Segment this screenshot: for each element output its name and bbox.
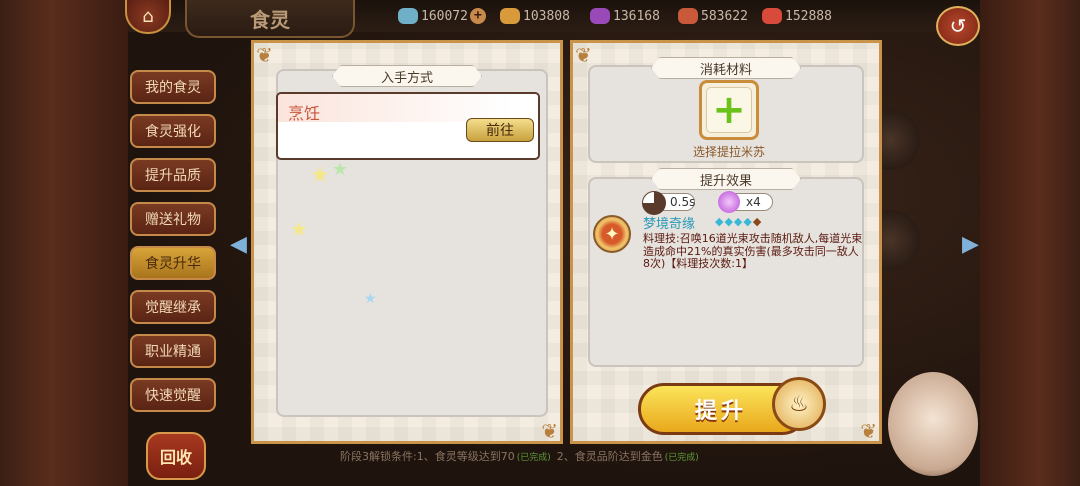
ornament-icon: ❦ xyxy=(860,419,877,443)
character-avatar[interactable] xyxy=(888,372,978,476)
effect-title: 提升效果 xyxy=(651,168,801,190)
add-icon: + xyxy=(706,87,752,133)
ornament-icon: ❦ xyxy=(256,43,273,67)
star-icon: ★ xyxy=(310,163,330,188)
gold-icon xyxy=(500,8,520,24)
energy-icon xyxy=(718,191,740,213)
wood-frame-left xyxy=(0,0,128,486)
page-title: 食灵 xyxy=(185,0,355,38)
resource-value: 160072 xyxy=(421,8,468,24)
meat-icon xyxy=(678,8,698,24)
resource-gold: 103808 xyxy=(500,6,570,26)
clock-icon xyxy=(642,191,666,215)
cloche-icon: ♨ xyxy=(772,377,826,431)
skill-description: 料理技:召唤16道光束攻击随机敌人,每道光束造成命中21%的真实伤害(最多攻击同… xyxy=(643,232,863,270)
add-resource-button[interactable]: + xyxy=(469,8,486,24)
energy-badge: x4 xyxy=(718,191,773,213)
goto-button[interactable]: 前往 xyxy=(466,118,534,142)
sidebar-item-enhance[interactable]: 食灵强化 xyxy=(130,114,216,148)
resource-value: 152888 xyxy=(785,8,832,24)
home-icon: ⌂ xyxy=(142,5,154,27)
sidebar-item-mastery[interactable]: 职业精通 xyxy=(130,334,216,368)
skill-name: 梦境奇缘 xyxy=(643,217,696,232)
recycle-button[interactable]: 回收 xyxy=(146,432,206,480)
resource-crystal: 136168 xyxy=(590,6,660,26)
sidebar-item-ascend[interactable]: 食灵升华 xyxy=(130,246,216,280)
back-button[interactable]: ↺ xyxy=(936,6,980,46)
ornament-icon: ❦ xyxy=(575,43,592,67)
source-name: 烹饪 xyxy=(288,104,321,123)
condition-2: 2、食灵品阶达到金色 xyxy=(556,450,663,463)
star-icon: ★ xyxy=(290,217,308,241)
sidebar-item-gift[interactable]: 赠送礼物 xyxy=(130,202,216,236)
sidebar-item-awaken-inherit[interactable]: 觉醒继承 xyxy=(130,290,216,324)
sidebar-item-my-food-soul[interactable]: 我的食灵 xyxy=(130,70,216,104)
acquire-panel: ❦ ❦ 入手方式 烹饪 前往 ★ ★ ★ ★ xyxy=(251,40,563,444)
crystal-icon xyxy=(590,8,610,24)
resource-value: 103808 xyxy=(523,8,570,24)
gem-filled-icon: ◆◆◆◆ xyxy=(715,215,753,228)
resource-value: 583622 xyxy=(701,8,748,24)
materials-title: 消耗材料 xyxy=(651,57,801,79)
acquire-title: 入手方式 xyxy=(332,65,482,87)
condition-1: 阶段3解锁条件:1、食灵等级达到70 xyxy=(340,450,515,463)
ornament-icon: ❦ xyxy=(541,419,558,443)
cake-icon xyxy=(762,8,782,24)
energy-value: x4 xyxy=(746,195,761,209)
resource-diamond: 160072 + xyxy=(398,6,486,26)
resource-meat: 583622 xyxy=(678,6,748,26)
star-icon: ★ xyxy=(364,291,377,307)
diamond-icon xyxy=(398,8,418,24)
cooldown-badge: 0.5s xyxy=(642,191,696,215)
material-slot-label: 选择提拉米苏 xyxy=(692,145,765,159)
source-card: 烹饪 前往 xyxy=(276,92,540,160)
cooldown-value: 0.5s xyxy=(670,195,696,209)
skill-level-gems: ◆◆◆◆◆ xyxy=(715,215,762,228)
gem-empty-icon: ◆ xyxy=(752,215,763,228)
arrow-left-icon[interactable]: ◀ xyxy=(230,232,247,257)
arrow-right-icon[interactable]: ▶ xyxy=(962,232,979,257)
skill-icon: ✦ xyxy=(593,215,631,253)
condition-2-status: (已完成) xyxy=(664,452,699,463)
material-slot[interactable]: + xyxy=(699,80,759,140)
resource-value: 136168 xyxy=(613,8,660,24)
resource-cake: 152888 xyxy=(762,6,832,26)
wood-frame-right xyxy=(980,0,1080,486)
sidebar-item-quality[interactable]: 提升品质 xyxy=(130,158,216,192)
star-icon: ★ xyxy=(332,159,349,180)
unlock-conditions: 阶段3解锁条件:1、食灵等级达到70 (已完成) 2、食灵品阶达到金色 (已完成… xyxy=(340,446,940,466)
condition-1-status: (已完成) xyxy=(516,452,551,463)
back-icon: ↺ xyxy=(949,14,967,38)
sidebar-item-quick-awaken[interactable]: 快速觉醒 xyxy=(130,378,216,412)
